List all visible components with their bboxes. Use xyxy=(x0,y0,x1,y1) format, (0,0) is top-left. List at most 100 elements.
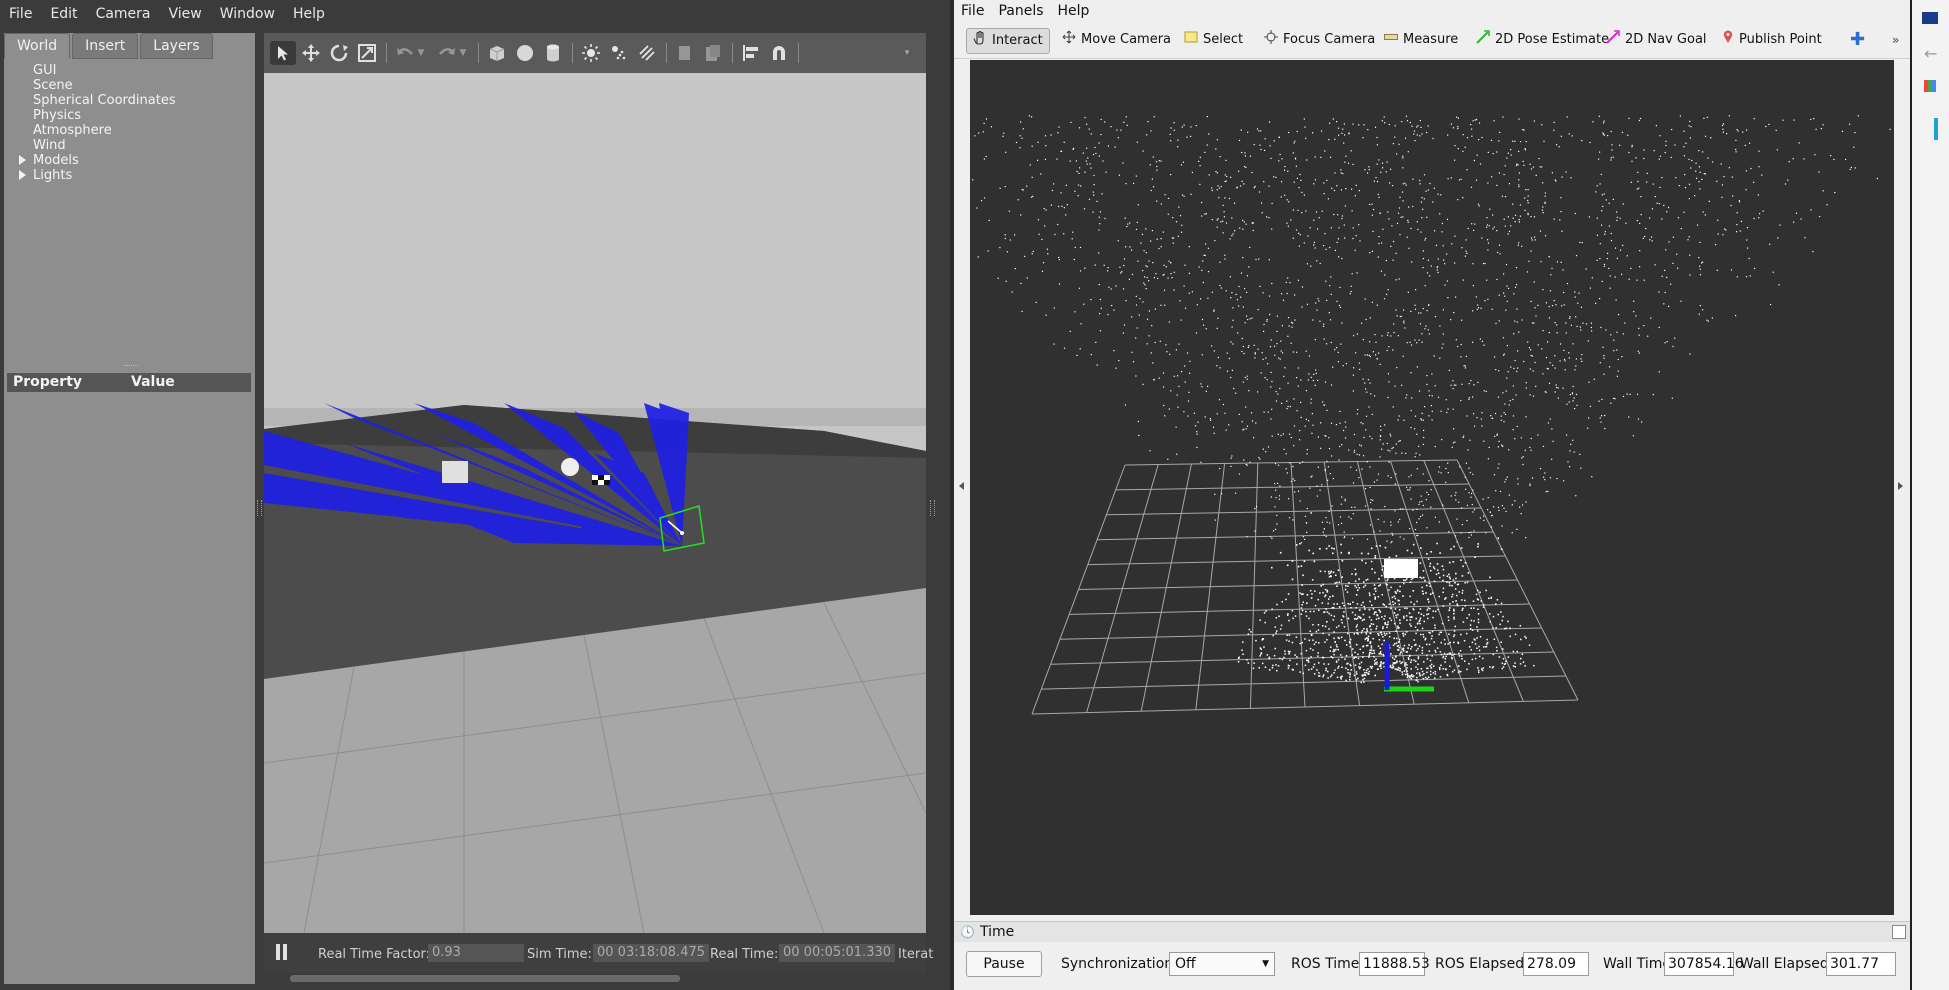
tree-item-lights[interactable]: Lights xyxy=(4,168,255,183)
cloud-point xyxy=(1322,674,1325,676)
undo-history-icon[interactable]: ▼ xyxy=(414,41,428,65)
time-panel-float-button[interactable] xyxy=(1892,925,1906,939)
menu-window[interactable]: Window xyxy=(211,6,284,22)
menu-help[interactable]: Help xyxy=(284,6,334,22)
cloud-point xyxy=(1425,190,1427,192)
rviz-3d-view[interactable] xyxy=(970,60,1894,915)
tool-2d-pose-estimate[interactable]: 2D Pose Estimate xyxy=(1476,28,1609,52)
cloud-point xyxy=(1442,587,1445,590)
tool-interact[interactable]: Interact xyxy=(966,28,1050,54)
toolbar-overflow-icon[interactable]: » xyxy=(1892,28,1899,52)
tool-publish-point[interactable]: Publish Point xyxy=(1722,28,1822,52)
cloud-point xyxy=(1389,666,1392,668)
cylinder-shape-icon[interactable] xyxy=(540,41,566,65)
cloud-point xyxy=(1517,244,1519,246)
right-splitter-handle[interactable] xyxy=(930,500,935,516)
left-splitter-handle[interactable] xyxy=(257,500,262,516)
tab-insert[interactable]: Insert xyxy=(72,33,139,59)
pause-button[interactable]: Pause xyxy=(966,951,1042,977)
add-tool-icon[interactable]: ✚ xyxy=(1850,28,1865,52)
align-icon[interactable] xyxy=(738,41,764,65)
spot-light-icon[interactable] xyxy=(606,41,632,65)
rviz-menu-panels[interactable]: Panels xyxy=(991,3,1050,19)
collapse-left-panel-icon[interactable] xyxy=(959,482,964,490)
cloud-point xyxy=(1580,358,1582,360)
tree-item-wind[interactable]: Wind xyxy=(4,138,255,153)
status-horizontal-scrollbar[interactable] xyxy=(290,975,680,982)
sync-select[interactable]: Off ▼ xyxy=(1169,952,1275,976)
cloud-point xyxy=(1548,255,1550,258)
cloud-point xyxy=(1435,244,1437,246)
wall-elapsed-field[interactable]: 301.77 xyxy=(1826,952,1896,976)
rviz-menu-file[interactable]: File xyxy=(954,3,991,19)
cloud-point xyxy=(1058,283,1061,285)
apps-grid-icon[interactable] xyxy=(1924,80,1936,92)
toolbar-overflow-icon[interactable]: ▾ xyxy=(900,41,914,65)
copy-icon[interactable] xyxy=(672,41,698,65)
cloud-point xyxy=(1694,195,1696,197)
cloud-point xyxy=(1095,152,1097,155)
rotate-mode-icon[interactable] xyxy=(326,41,352,65)
menu-view[interactable]: View xyxy=(160,6,211,22)
scale-mode-icon[interactable] xyxy=(354,41,380,65)
rviz-menu-help[interactable]: Help xyxy=(1051,3,1097,19)
cloud-point xyxy=(1040,173,1042,175)
tree-item-physics[interactable]: Physics xyxy=(4,108,255,123)
tool-2d-nav-goal[interactable]: 2D Nav Goal xyxy=(1606,28,1707,52)
pause-icon[interactable] xyxy=(276,944,280,960)
cloud-point xyxy=(1031,116,1033,118)
cloud-point xyxy=(1499,490,1502,493)
collapse-right-panel-icon[interactable] xyxy=(1898,482,1903,490)
cloud-point xyxy=(1423,174,1426,176)
cloud-point xyxy=(1611,144,1613,146)
cloud-point xyxy=(1404,579,1407,582)
snap-magnet-icon[interactable] xyxy=(766,41,792,65)
tree-item-gui[interactable]: GUI xyxy=(4,63,255,78)
sphere-model[interactable] xyxy=(561,458,579,476)
tree-item-atmosphere[interactable]: Atmosphere xyxy=(4,123,255,138)
cloud-point xyxy=(1498,370,1500,372)
wall-time-field[interactable]: 307854.16 xyxy=(1664,952,1744,976)
tree-item-spherical-coordinates[interactable]: Spherical Coordinates xyxy=(4,93,255,108)
tool-measure[interactable]: Measure xyxy=(1384,28,1458,52)
translate-mode-icon[interactable] xyxy=(298,41,324,65)
ros-time-field[interactable]: 11888.53 xyxy=(1359,952,1430,976)
tab-world[interactable]: World xyxy=(4,33,71,59)
cloud-point xyxy=(1487,242,1490,244)
expand-arrow-icon[interactable] xyxy=(19,155,26,165)
ros-elapsed-field[interactable]: 278.09 xyxy=(1523,952,1589,976)
select-mode-icon[interactable] xyxy=(270,41,296,65)
cloud-point xyxy=(1531,322,1534,324)
paste-icon[interactable] xyxy=(700,41,726,65)
cloud-point xyxy=(1326,591,1329,593)
cloud-point xyxy=(1433,567,1436,570)
cloud-point xyxy=(1031,145,1033,147)
gazebo-3d-viewport[interactable] xyxy=(264,73,926,933)
panel-splitter-handle[interactable] xyxy=(124,365,138,368)
cloud-point xyxy=(1601,210,1603,212)
tool-focus-camera[interactable]: Focus Camera xyxy=(1264,28,1375,52)
back-arrow-icon[interactable]: ← xyxy=(1924,44,1937,63)
tool-select[interactable]: Select xyxy=(1184,28,1243,52)
menu-file[interactable]: File xyxy=(0,6,41,22)
expand-arrow-icon[interactable] xyxy=(19,170,26,180)
cloud-point xyxy=(1280,181,1283,183)
cloud-point xyxy=(1596,234,1598,236)
redo-history-icon[interactable]: ▼ xyxy=(456,41,470,65)
menu-camera[interactable]: Camera xyxy=(87,6,160,22)
tree-item-scene[interactable]: Scene xyxy=(4,78,255,93)
cloud-point xyxy=(1417,125,1419,127)
cloud-point xyxy=(1512,650,1515,653)
point-light-icon[interactable] xyxy=(578,41,604,65)
tree-item-models[interactable]: Models xyxy=(4,153,255,168)
menu-edit[interactable]: Edit xyxy=(41,6,86,22)
sphere-shape-icon[interactable] xyxy=(512,41,538,65)
checkered-target-model[interactable] xyxy=(592,475,610,485)
cloud-point xyxy=(1447,619,1450,622)
box-model[interactable] xyxy=(442,461,468,483)
cloud-point xyxy=(1082,152,1084,154)
tab-layers[interactable]: Layers xyxy=(140,33,213,59)
box-shape-icon[interactable] xyxy=(484,41,510,65)
directional-light-icon[interactable] xyxy=(634,41,660,65)
tool-move-camera[interactable]: Move Camera xyxy=(1062,28,1171,52)
